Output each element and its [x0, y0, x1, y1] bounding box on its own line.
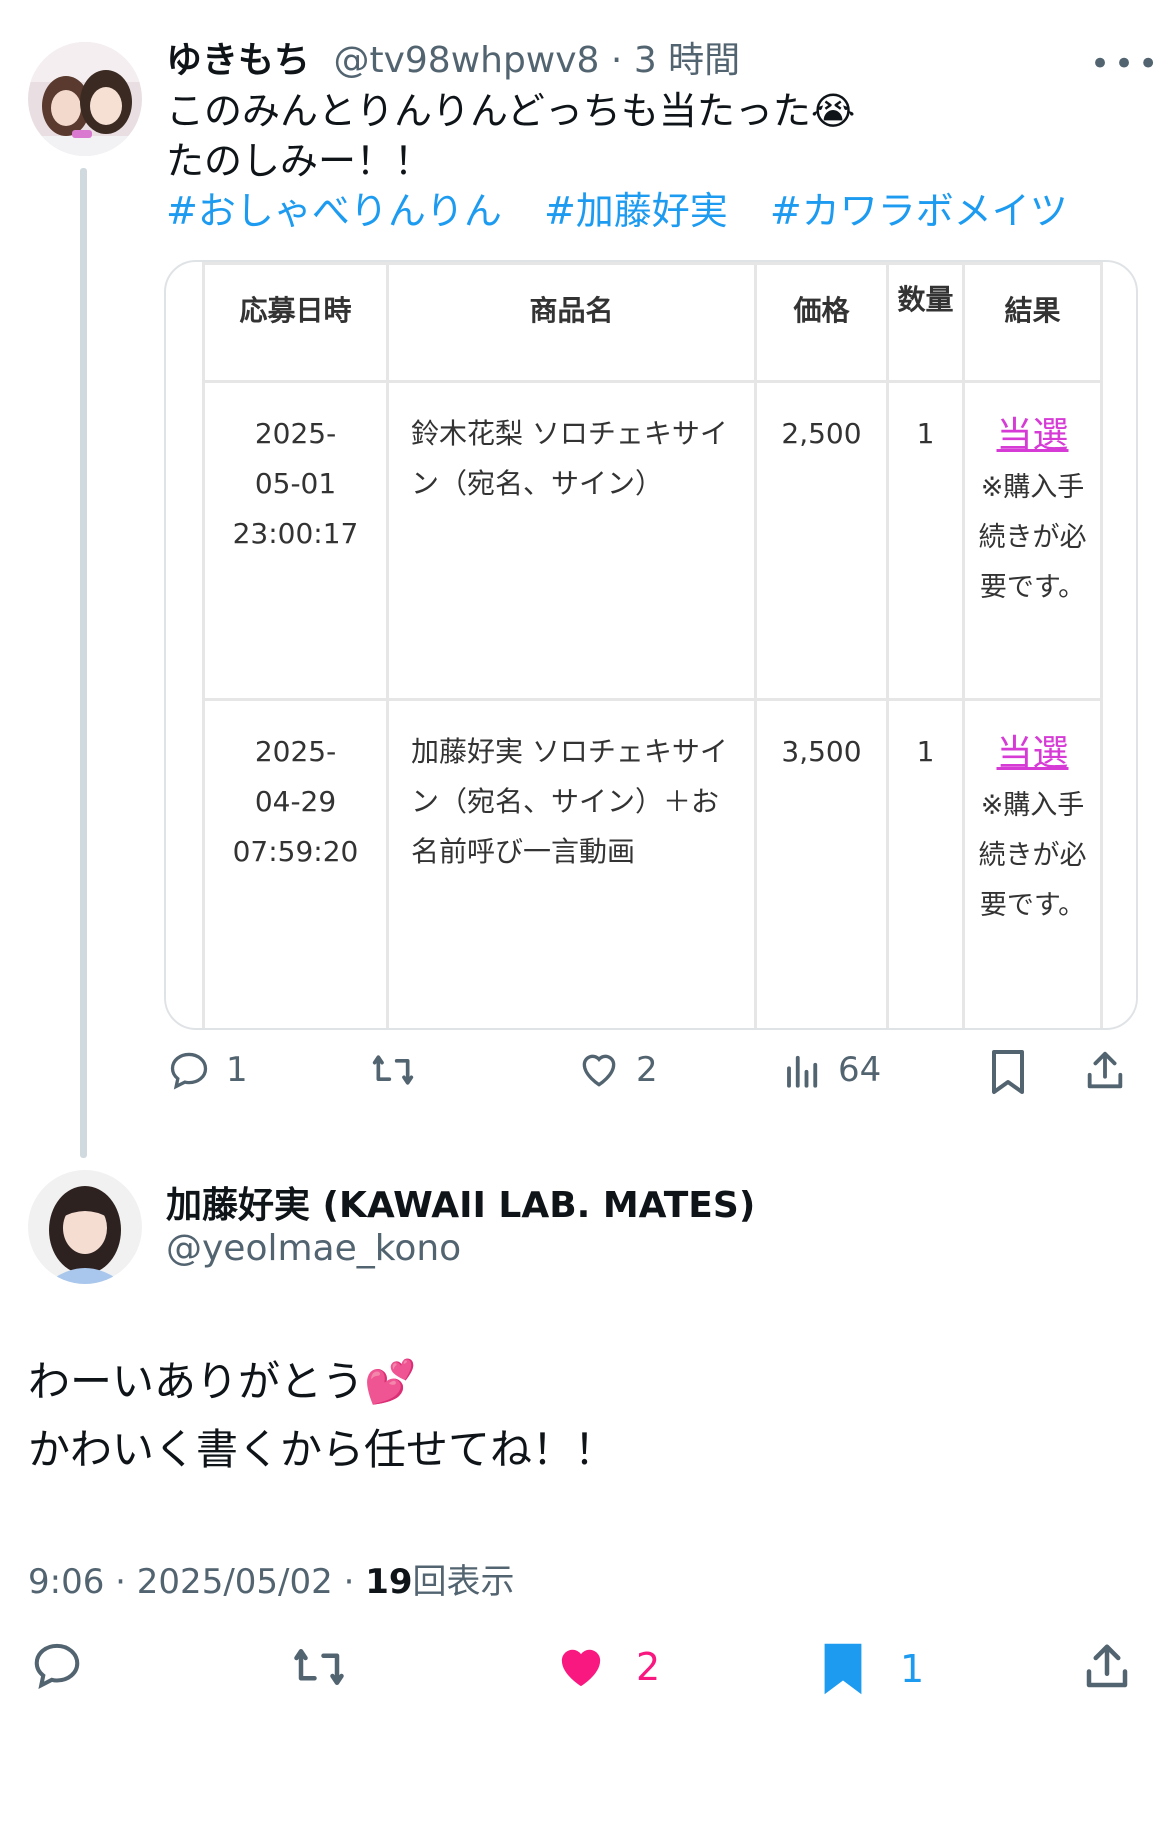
parent-display-name[interactable]: ゆきもち: [166, 40, 310, 81]
repost-action[interactable]: [368, 1048, 418, 1092]
row-date: 2025- 04-29 07:59:20: [202, 698, 389, 1028]
repost-action[interactable]: [288, 1640, 350, 1694]
parent-text-line1: このみんとりんりんどっちも当たった: [166, 89, 811, 133]
heart-filled-icon: [561, 1649, 601, 1687]
view-count: 19: [365, 1562, 413, 1602]
reply-action[interactable]: [28, 1638, 86, 1692]
row-result: 当選 ※購入手続きが必要です。: [962, 380, 1103, 701]
reply-text-line2: かわいく書くから任せてね！！: [28, 1425, 617, 1474]
share-action[interactable]: [1080, 1640, 1134, 1694]
header-price: 価格: [754, 262, 889, 383]
parent-text-line2: たのしみー！！: [166, 139, 433, 183]
hashtag-link[interactable]: #加藤好実: [544, 189, 728, 233]
header-product: 商品名: [386, 262, 757, 383]
reply-icon: [34, 1643, 80, 1689]
parent-header: ゆきもち @tv98whpwv8 · 3 時間: [166, 36, 740, 86]
lottery-results-table: 応募日時 商品名 価格 数量 結果 2025- 05-01 23:00:17 鈴…: [202, 262, 1103, 1028]
views-chart-icon: [787, 1055, 818, 1088]
row-result: 当選 ※購入手続きが必要です。: [962, 698, 1103, 1028]
post-date[interactable]: 2025/05/02: [137, 1562, 333, 1602]
parent-time[interactable]: 3 時間: [634, 40, 740, 81]
more-options-icon[interactable]: •••: [1090, 44, 1162, 84]
reply-action[interactable]: 1: [166, 1048, 248, 1092]
views-count: 64: [838, 1050, 882, 1090]
reply-text: わーいありがとう💕 かわいく書くから任せてね！！: [28, 1348, 616, 1484]
hashtag-list: #おしゃべりんりん #加藤好実 #カワラボメイツ: [166, 186, 1098, 236]
view-label: 回表示: [412, 1562, 515, 1602]
share-action[interactable]: [1082, 1048, 1128, 1094]
reply-text-line1: わーいありがとう: [28, 1357, 365, 1406]
row-price: 2,500: [754, 380, 889, 701]
like-action[interactable]: 2: [552, 1640, 660, 1694]
like-count: 2: [636, 1050, 658, 1090]
hearts-emoji: 💕: [364, 1357, 417, 1406]
row-qty: 1: [886, 380, 965, 701]
attached-image[interactable]: 応募日時 商品名 価格 数量 結果 2025- 05-01 23:00:17 鈴…: [164, 260, 1138, 1030]
bookmark-count: 1: [900, 1647, 925, 1691]
thread-connector: [80, 168, 87, 1158]
purchase-note: ※購入手続きが必要です。: [978, 472, 1087, 603]
share-icon: [1086, 1644, 1128, 1688]
header-qty: 数量: [886, 262, 965, 383]
parent-text: このみんとりんりんどっちも当たった😭 たのしみー！！: [166, 86, 855, 186]
post-time[interactable]: 9:06: [28, 1562, 104, 1602]
header-result: 結果: [962, 262, 1103, 383]
repost-icon: [294, 1649, 344, 1685]
heart-icon: [582, 1054, 616, 1087]
bookmark-action[interactable]: 1: [820, 1640, 924, 1698]
bookmark-icon: [992, 1050, 1024, 1094]
reply-handle[interactable]: @yeolmae_kono: [166, 1228, 461, 1269]
separator: ·: [599, 40, 634, 81]
win-link: 当選: [996, 733, 1069, 774]
crying-emoji: 😭: [810, 89, 856, 133]
header-date: 応募日時: [202, 262, 389, 383]
parent-handle[interactable]: @tv98whpwv8: [333, 40, 599, 81]
repost-icon: [372, 1055, 414, 1085]
like-action[interactable]: 2: [576, 1048, 658, 1092]
row-qty: 1: [886, 698, 965, 1028]
reply-display-name[interactable]: 加藤好実 (KAWAII LAB. MATES): [166, 1176, 755, 1228]
like-count: 2: [636, 1645, 661, 1689]
reply-avatar[interactable]: [28, 1170, 142, 1284]
win-link: 当選: [996, 415, 1069, 456]
timestamp-line: 9:06 · 2025/05/02 · 19回表示: [28, 1562, 515, 1602]
views-action[interactable]: 64: [782, 1048, 881, 1092]
hashtag-link[interactable]: #カワラボメイツ: [770, 189, 1068, 233]
bookmark-action[interactable]: [988, 1048, 1028, 1096]
table-row: 2025- 04-29 07:59:20 加藤好実 ソロチェキサイン（宛名、サイ…: [202, 698, 1103, 1028]
row-product: 鈴木花梨 ソロチェキサイン（宛名、サイン）: [386, 380, 757, 701]
reply-icon: [170, 1052, 208, 1090]
share-icon: [1087, 1051, 1123, 1089]
row-price: 3,500: [754, 698, 889, 1028]
row-product: 加藤好実 ソロチェキサイン（宛名、サイン）＋お名前呼び一言動画: [386, 698, 757, 1028]
purchase-note: ※購入手続きが必要です。: [978, 790, 1087, 921]
bookmark-filled-icon: [824, 1643, 862, 1695]
reply-count: 1: [226, 1050, 248, 1090]
parent-avatar[interactable]: [28, 42, 142, 156]
table-row: 2025- 05-01 23:00:17 鈴木花梨 ソロチェキサイン（宛名、サイ…: [202, 380, 1103, 701]
hashtag-link[interactable]: #おしゃべりんりん: [166, 189, 502, 233]
row-date: 2025- 05-01 23:00:17: [202, 380, 389, 701]
